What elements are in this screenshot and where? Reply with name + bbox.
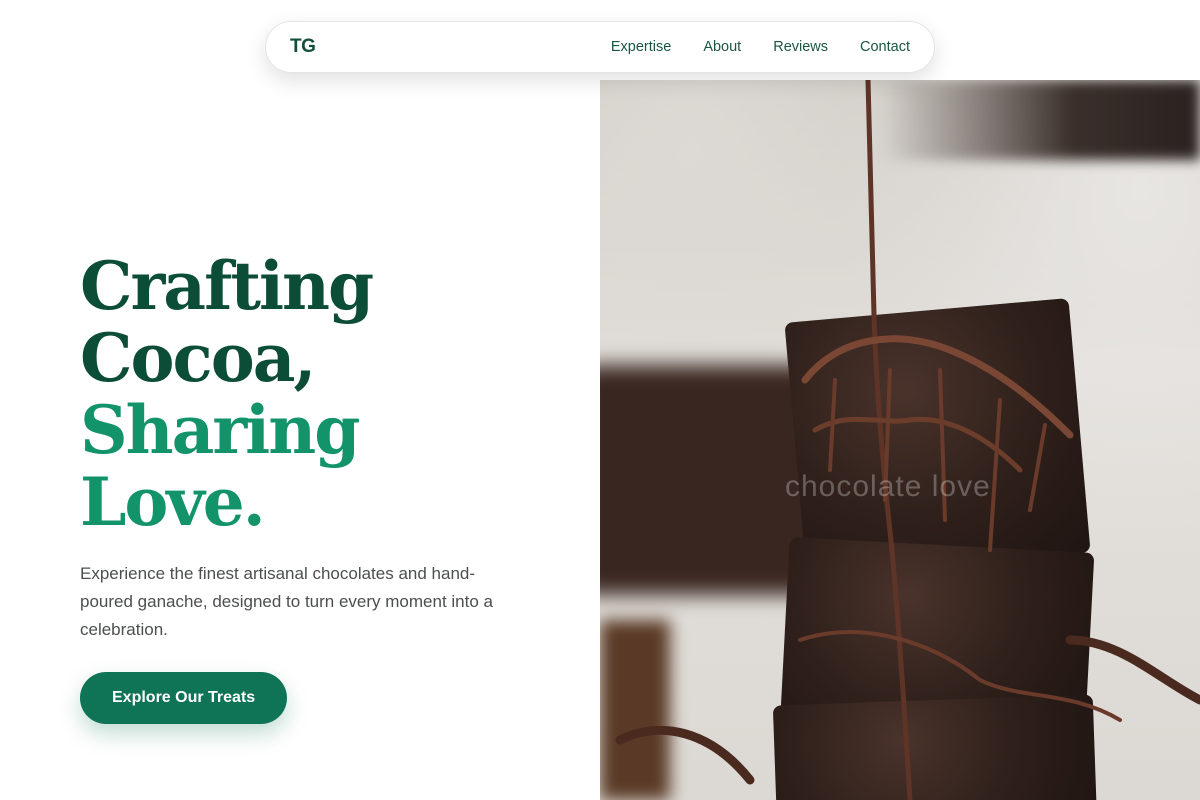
hero-content: Crafting Cocoa, Sharing Love. Experience… xyxy=(80,250,540,724)
image-watermark: chocolate love xyxy=(785,470,991,503)
chocolate-drizzle-graphic xyxy=(615,80,1200,800)
headline-line-3: Sharing xyxy=(80,391,360,469)
top-navbar: TG Expertise About Reviews Contact xyxy=(265,21,935,73)
nav-link-contact[interactable]: Contact xyxy=(860,39,910,55)
nav-link-about[interactable]: About xyxy=(703,39,741,55)
site-logo[interactable]: TG xyxy=(290,36,316,58)
headline-line-2: Cocoa, xyxy=(80,319,317,397)
hero-image-chocolate-cake: chocolate love xyxy=(600,80,1200,800)
headline-line-1: Crafting xyxy=(80,247,374,325)
nav-link-expertise[interactable]: Expertise xyxy=(611,39,671,55)
hero-headline: Crafting Cocoa, Sharing Love. xyxy=(80,250,540,538)
headline-line-4: Love. xyxy=(80,463,266,541)
explore-treats-button[interactable]: Explore Our Treats xyxy=(80,672,288,724)
hero-tagline: Experience the finest artisanal chocolat… xyxy=(80,564,493,639)
nav-links: Expertise About Reviews Contact xyxy=(611,39,910,55)
nav-link-reviews[interactable]: Reviews xyxy=(773,39,828,55)
